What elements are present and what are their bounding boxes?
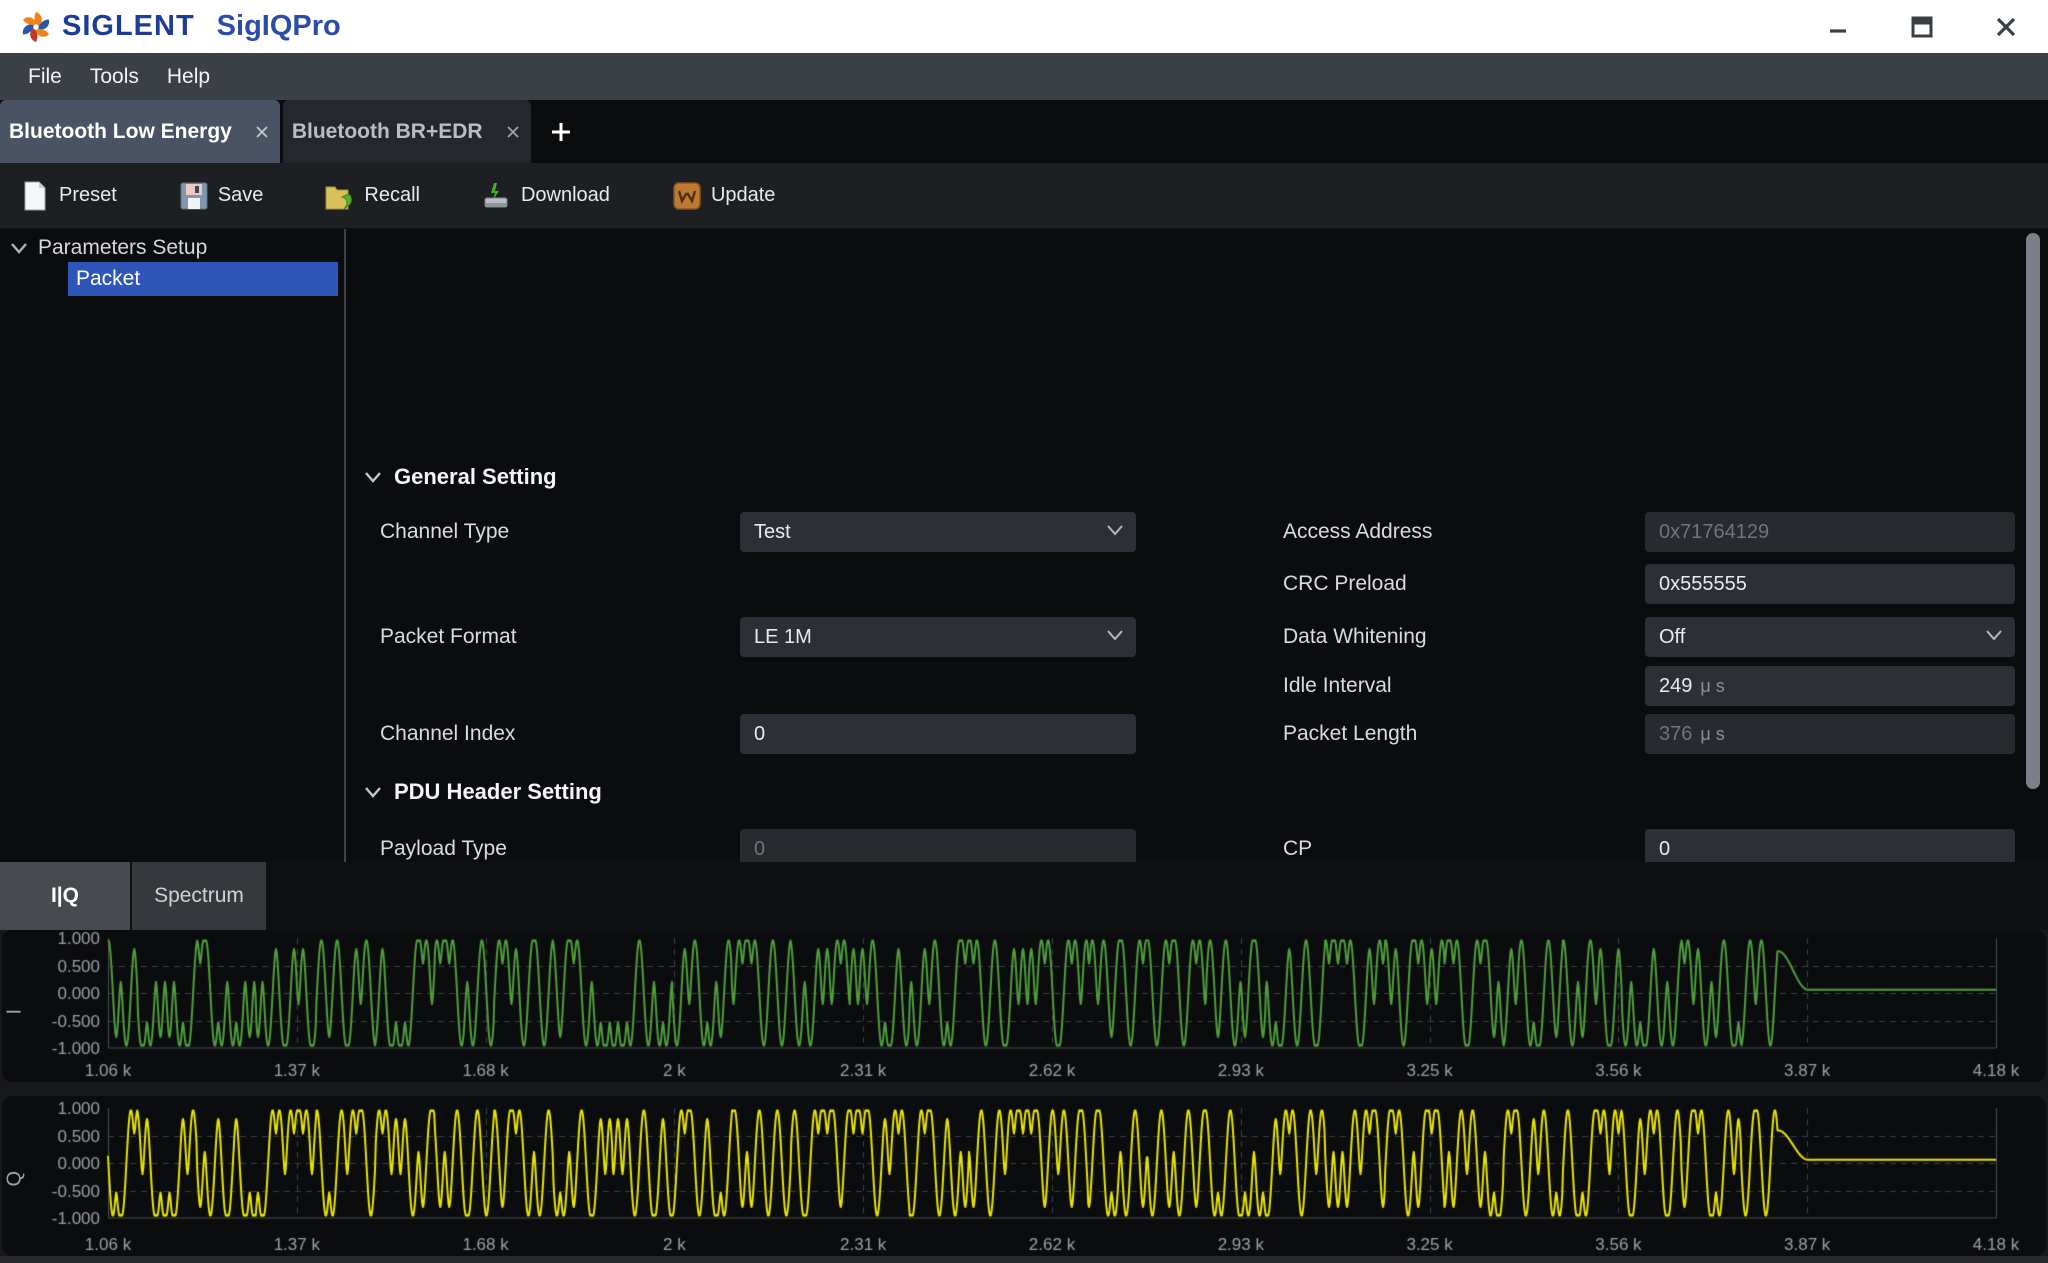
channel-index-label: Channel Index bbox=[380, 714, 515, 754]
packet-length-input: 376 μ s bbox=[1645, 714, 2015, 754]
packet-format-dropdown[interactable]: LE 1M bbox=[740, 617, 1136, 657]
maximize-icon bbox=[1909, 14, 1935, 40]
tab-iq[interactable]: I|Q bbox=[0, 862, 130, 930]
i-chart-panel: I bbox=[2, 930, 2046, 1082]
data-whitening-dropdown[interactable]: Off bbox=[1645, 617, 2015, 657]
close-icon bbox=[254, 124, 270, 140]
chevron-down-icon bbox=[1106, 629, 1124, 641]
menu-help[interactable]: Help bbox=[153, 65, 224, 89]
chevron-down-icon bbox=[1985, 629, 2003, 641]
close-button[interactable] bbox=[1964, 0, 2048, 53]
chevron-down-icon bbox=[10, 242, 28, 254]
update-button[interactable]: Update bbox=[672, 181, 776, 211]
cp-input[interactable]: 0 bbox=[1645, 829, 2015, 862]
i-waveform-chart[interactable] bbox=[2, 930, 2046, 1082]
window-controls bbox=[1796, 0, 2048, 53]
microseconds-unit: μ s bbox=[1700, 724, 1724, 745]
close-icon bbox=[1994, 15, 2018, 39]
device-download-icon bbox=[482, 181, 512, 211]
waveform-update-icon bbox=[672, 181, 702, 211]
new-tab-button[interactable] bbox=[531, 100, 591, 163]
payload-type-input: 0 bbox=[740, 829, 1136, 862]
microseconds-unit: μ s bbox=[1700, 676, 1724, 697]
tree-node-parameters-setup[interactable]: Parameters Setup bbox=[10, 236, 207, 260]
document-tab-bar: Bluetooth Low Energy Bluetooth BR+EDR bbox=[0, 100, 2048, 163]
tab-close-button[interactable] bbox=[254, 124, 270, 140]
crc-preload-label: CRC Preload bbox=[1283, 564, 1407, 604]
minimize-button[interactable] bbox=[1796, 0, 1880, 53]
app-title: SigIQPro bbox=[217, 10, 341, 43]
idle-interval-input[interactable]: 249 μ s bbox=[1645, 666, 2015, 706]
tab-bluetooth-low-energy[interactable]: Bluetooth Low Energy bbox=[0, 100, 280, 163]
menu-file[interactable]: File bbox=[14, 65, 76, 89]
plus-icon bbox=[550, 121, 572, 143]
app-window: SIGLENT SigIQPro File Tools Help Bluetoo… bbox=[0, 0, 2048, 1263]
channel-type-label: Channel Type bbox=[380, 512, 509, 552]
data-whitening-label: Data Whitening bbox=[1283, 617, 1427, 657]
title-bar: SIGLENT SigIQPro bbox=[0, 0, 2048, 53]
chevron-down-icon bbox=[364, 471, 382, 483]
section-pdu-header-setting[interactable]: PDU Header Setting bbox=[364, 779, 602, 805]
tab-close-button[interactable] bbox=[505, 124, 521, 140]
siglent-swirl-icon bbox=[18, 9, 54, 45]
tab-bluetooth-br-edr[interactable]: Bluetooth BR+EDR bbox=[283, 100, 531, 163]
idle-interval-label: Idle Interval bbox=[1283, 666, 1392, 706]
packet-format-label: Packet Format bbox=[380, 617, 517, 657]
chevron-down-icon bbox=[364, 786, 382, 798]
siglent-logo: SIGLENT bbox=[18, 9, 195, 45]
save-button[interactable]: Save bbox=[179, 181, 264, 211]
parameters-tree: Parameters Setup Packet bbox=[0, 229, 344, 862]
channel-type-dropdown[interactable]: Test bbox=[740, 512, 1136, 552]
q-waveform-chart[interactable] bbox=[2, 1096, 2046, 1256]
view-tab-bar: I|Q Spectrum bbox=[0, 862, 266, 930]
preset-button[interactable]: Preset bbox=[20, 181, 117, 211]
packet-length-label: Packet Length bbox=[1283, 714, 1417, 754]
channel-index-input[interactable]: 0 bbox=[740, 714, 1136, 754]
crc-preload-input[interactable]: 0x555555 bbox=[1645, 564, 2015, 604]
vertical-scrollbar-thumb[interactable] bbox=[2026, 233, 2040, 789]
payload-type-label: Payload Type bbox=[380, 829, 507, 862]
waveform-panel: I|Q Spectrum I Q bbox=[0, 862, 2048, 1263]
settings-form: General Setting Channel Type Test Access… bbox=[346, 229, 2048, 862]
horizontal-scrollbar[interactable] bbox=[0, 1256, 2048, 1263]
access-address-label: Access Address bbox=[1283, 512, 1432, 552]
close-icon bbox=[505, 124, 521, 140]
folder-recall-icon bbox=[325, 181, 355, 211]
tab-bar-filler bbox=[266, 862, 2048, 930]
q-chart-panel: Q bbox=[2, 1096, 2046, 1256]
access-address-input: 0x71764129 bbox=[1645, 512, 2015, 552]
section-general-setting[interactable]: General Setting bbox=[364, 464, 557, 490]
toolbar: Preset Save Recall Download Update bbox=[0, 163, 2048, 229]
q-axis-title: Q bbox=[4, 1165, 27, 1187]
minimize-icon bbox=[1826, 15, 1850, 39]
brand-text: SIGLENT bbox=[62, 10, 195, 43]
i-axis-title: I bbox=[4, 993, 27, 1015]
menu-bar: File Tools Help bbox=[0, 53, 2048, 100]
tab-spectrum[interactable]: Spectrum bbox=[132, 862, 266, 930]
floppy-disk-icon bbox=[179, 181, 209, 211]
menu-tools[interactable]: Tools bbox=[76, 65, 153, 89]
tree-item-packet[interactable]: Packet bbox=[68, 262, 338, 296]
recall-button[interactable]: Recall bbox=[325, 181, 420, 211]
blank-page-icon bbox=[20, 181, 50, 211]
download-button[interactable]: Download bbox=[482, 181, 610, 211]
maximize-button[interactable] bbox=[1880, 0, 1964, 53]
cp-label: CP bbox=[1283, 829, 1312, 862]
chevron-down-icon bbox=[1106, 524, 1124, 536]
main-content: Parameters Setup Packet General Setting … bbox=[0, 229, 2048, 862]
